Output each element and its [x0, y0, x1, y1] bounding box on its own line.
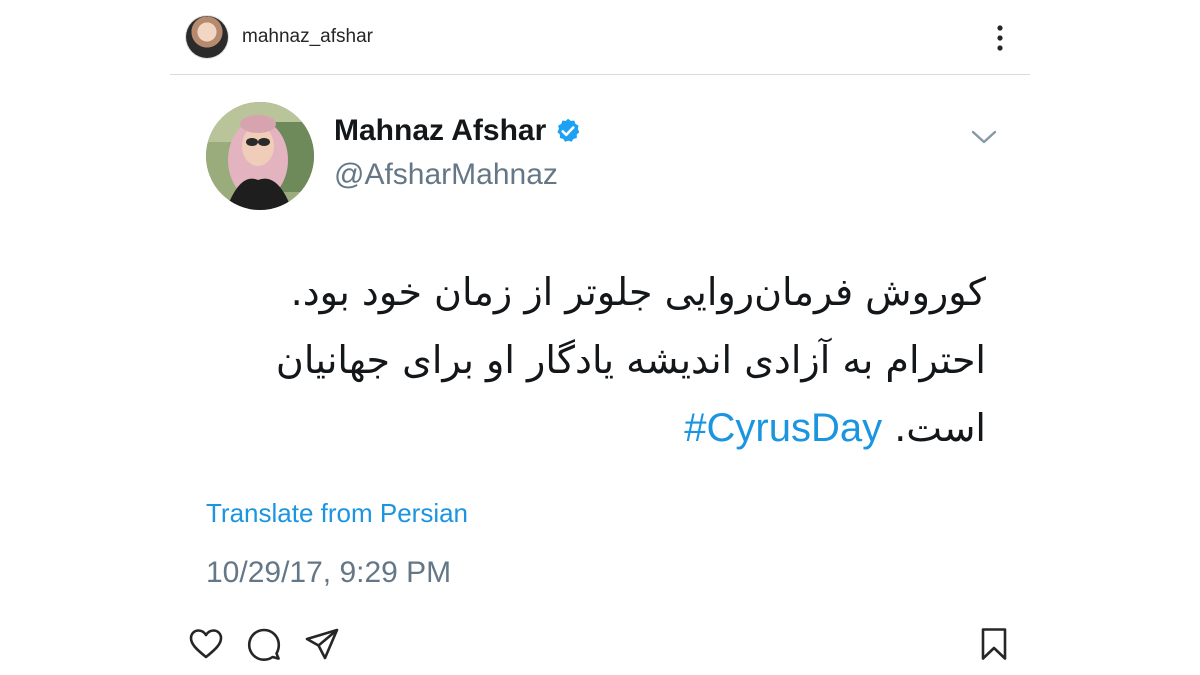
tweet-author: Mahnaz Afshar: [334, 114, 582, 148]
tweet-avatar: [206, 102, 314, 210]
verified-badge-icon: [557, 118, 580, 142]
heart-icon[interactable]: [188, 626, 224, 662]
tweet-text-line-last: است. #CyrusDay: [206, 394, 986, 462]
chevron-down-icon[interactable]: [970, 128, 998, 146]
user-avatar[interactable]: [186, 16, 228, 58]
more-options-icon[interactable]: [996, 24, 1004, 52]
share-icon[interactable]: [304, 626, 340, 662]
tweet-text-line: کوروش فرمان‌روایی جلوتر از زمان خود بود.: [290, 270, 986, 314]
tweet-text-line: احترام به آزادی اندیشه یادگار او برای جه…: [275, 338, 986, 382]
post-action-bar: [170, 610, 1030, 675]
tweet-text-line: است.: [894, 406, 986, 450]
bookmark-icon[interactable]: [976, 626, 1012, 662]
translate-link[interactable]: Translate from Persian: [206, 498, 468, 529]
comment-icon[interactable]: [246, 626, 282, 662]
tweet-timestamp: 10/29/17, 9:29 PM: [206, 556, 452, 589]
tweet-handle[interactable]: @AfsharMahnaz: [334, 158, 558, 192]
tweet-text: کوروش فرمان‌روایی جلوتر از زمان خود بود.…: [206, 258, 986, 462]
tweet-card: Mahnaz Afshar @AfsharMahnaz کوروش فرمان‌…: [170, 76, 1030, 606]
hashtag-link[interactable]: #CyrusDay: [684, 406, 882, 450]
post-username[interactable]: mahnaz_afshar: [242, 26, 373, 48]
post-header: mahnaz_afshar: [170, 0, 1030, 75]
display-name[interactable]: Mahnaz Afshar: [334, 114, 546, 148]
